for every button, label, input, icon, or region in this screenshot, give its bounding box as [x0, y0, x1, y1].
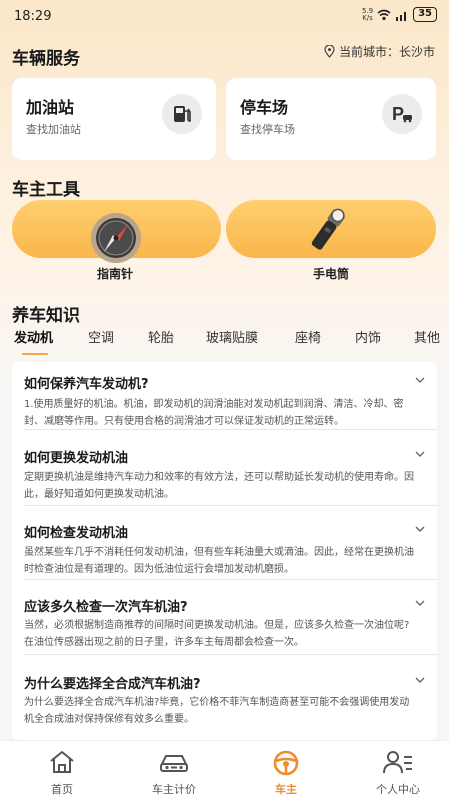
- tab-air-conditioning[interactable]: 空调: [88, 327, 114, 346]
- flashlight-tool-card[interactable]: [226, 200, 436, 258]
- flashlight-icon: [311, 208, 345, 250]
- divider: [24, 654, 437, 655]
- parking-icon: P: [382, 94, 422, 134]
- svg-text:P: P: [392, 104, 404, 124]
- article-item[interactable]: 如何保养汽车发动机? 1.使用质量好的机油。机油，即发动机的润滑油能对发动机起到…: [12, 373, 437, 433]
- city-label: 当前城市：长沙市: [338, 45, 435, 59]
- battery-indicator: 35: [413, 7, 437, 22]
- current-city[interactable]: 当前城市：长沙市: [324, 43, 435, 60]
- gas-station-subtitle: 查找加油站: [26, 123, 81, 136]
- article-item[interactable]: 为什么要选择全合成汽车机油? 为什么要选择全合成汽车机油?毕竟，它价格不菲汽车制…: [12, 673, 437, 733]
- divider: [24, 579, 437, 580]
- status-icons: 5.9 K/s 35: [362, 7, 437, 22]
- profile-icon: [383, 751, 412, 774]
- bottom-nav: 首页 车主计价 车主 个人中心: [0, 740, 449, 800]
- tab-engine[interactable]: 发动机: [14, 327, 53, 346]
- parking-lot-title: 停车场: [240, 98, 289, 117]
- knowledge-tabs: 发动机 空调 轮胎 玻璃贴膜 座椅 内饰 其他: [0, 325, 449, 355]
- compass-icon: [91, 213, 141, 263]
- article-title: 应该多久检查一次汽车机油?: [24, 600, 188, 615]
- parking-lot-card[interactable]: 停车场 查找停车场 P: [226, 78, 436, 160]
- nav-home[interactable]: 首页: [6, 741, 118, 800]
- tab-other[interactable]: 其他: [414, 327, 440, 346]
- divider: [24, 505, 437, 506]
- tab-interior[interactable]: 内饰: [355, 327, 381, 346]
- nav-car-pricing-label: 车主计价: [152, 783, 196, 796]
- signal-icon: [396, 11, 407, 21]
- chevron-down-icon: [415, 377, 425, 383]
- article-title: 如何更换发动机油: [24, 451, 129, 466]
- net-speed: 5.9 K/s: [361, 6, 374, 22]
- nav-profile[interactable]: 个人中心: [342, 741, 449, 800]
- tab-window-film[interactable]: 玻璃贴膜: [206, 327, 258, 346]
- chevron-down-icon: [415, 677, 425, 683]
- flashlight-label: 手电筒: [313, 267, 350, 281]
- wifi-icon: [377, 9, 391, 20]
- location-pin-icon: [324, 45, 335, 58]
- gas-station-title: 加油站: [26, 98, 75, 117]
- nav-profile-label: 个人中心: [376, 783, 420, 796]
- divider: [24, 429, 437, 430]
- section-title-knowledge: 养车知识: [12, 306, 80, 326]
- compass-label: 指南针: [97, 267, 134, 281]
- section-title-services: 车辆服务: [12, 49, 80, 69]
- steering-wheel-icon: [273, 750, 299, 776]
- article-description: 定期更换机油是维持汽车动力和效率的有效方法，还可以帮助延长发动机的使用寿命。因此…: [24, 472, 414, 500]
- article-description: 1.使用质量好的机油。机油，即发动机的润滑油能对发动机起到润滑、清洁、冷却、密封…: [24, 399, 404, 427]
- nav-home-label: 首页: [51, 783, 73, 796]
- article-description: 虽然某些车几乎不消耗任何发动机油，但有些车耗油量大或滴油。因此，经常在更换机油时…: [24, 547, 414, 575]
- article-list: 如何保养汽车发动机? 1.使用质量好的机油。机油，即发动机的润滑油能对发动机起到…: [12, 362, 437, 740]
- article-item[interactable]: 应该多久检查一次汽车机油? 当然，必须根据制造商推荐的间隔时间更换发动机油。但是…: [12, 596, 437, 656]
- status-bar: 18:29 5.9 K/s 35: [0, 0, 449, 32]
- nav-owner-label: 车主: [275, 783, 297, 796]
- chevron-down-icon: [415, 451, 425, 457]
- nav-car-pricing[interactable]: 车主计价: [118, 741, 230, 800]
- car-icon: [160, 755, 188, 772]
- chevron-down-icon: [415, 600, 425, 606]
- gas-station-card[interactable]: 加油站 查找加油站: [12, 78, 216, 160]
- chevron-down-icon: [415, 526, 425, 532]
- compass-tool-card[interactable]: [12, 200, 221, 263]
- article-description: 为什么要选择全合成汽车机油?毕竟，它价格不菲汽车制造商甚至可能不会强调使用发动机…: [24, 697, 410, 725]
- article-title: 为什么要选择全合成汽车机油?: [24, 677, 201, 692]
- article-title: 如何保养汽车发动机?: [24, 377, 149, 392]
- tab-seats[interactable]: 座椅: [295, 327, 321, 346]
- article-item[interactable]: 如何检查发动机油 虽然某些车几乎不消耗任何发动机油，但有些车耗油量大或滴油。因此…: [12, 522, 437, 582]
- article-item[interactable]: 如何更换发动机油 定期更换机油是维持汽车动力和效率的有效方法，还可以帮助延长发动…: [12, 447, 437, 507]
- tab-tires[interactable]: 轮胎: [148, 327, 174, 346]
- status-time: 18:29: [14, 9, 52, 24]
- nav-owner[interactable]: 车主: [230, 741, 342, 800]
- parking-lot-subtitle: 查找停车场: [240, 123, 295, 136]
- article-description: 当然，必须根据制造商推荐的间隔时间更换发动机油。但是，应该多久检查一次油位呢?在…: [24, 620, 410, 648]
- home-icon: [50, 751, 74, 773]
- article-title: 如何检查发动机油: [24, 526, 129, 541]
- section-title-tools: 车主工具: [12, 180, 80, 200]
- active-tab-indicator: [22, 353, 48, 355]
- fuel-pump-icon: [162, 94, 202, 134]
